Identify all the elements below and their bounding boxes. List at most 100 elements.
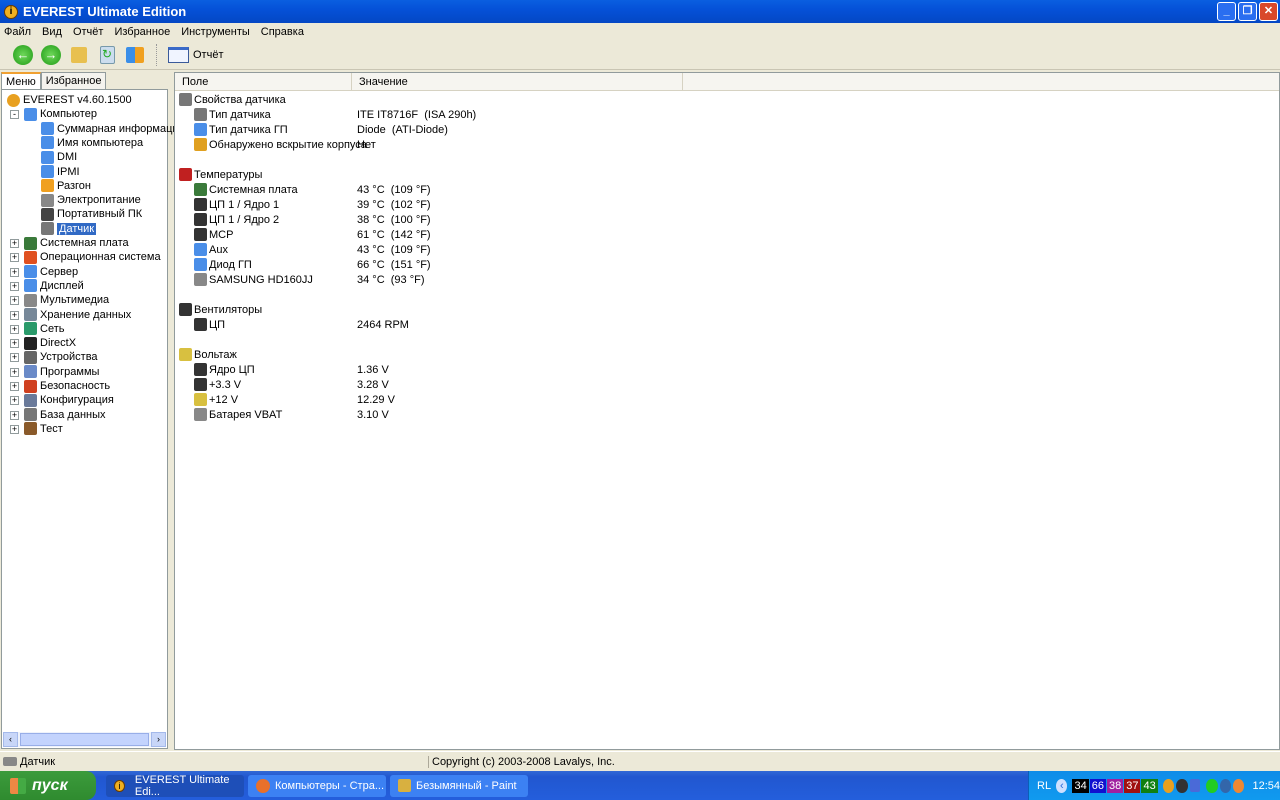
table-row[interactable]: Системная плата 43 °C (109 °F) xyxy=(194,182,794,197)
tree-item[interactable]: Суммарная информация xyxy=(41,122,184,136)
tree-item[interactable]: EVEREST v4.60.1500 xyxy=(7,93,132,107)
expand-icon[interactable]: + xyxy=(10,253,19,263)
menu-file[interactable]: Файл xyxy=(4,26,31,38)
tree-item[interactable]: Портативный ПК xyxy=(41,207,142,221)
menu-tools[interactable]: Инструменты xyxy=(181,26,250,38)
update-icon[interactable] xyxy=(1233,778,1245,793)
forward-button[interactable]: → xyxy=(40,44,62,66)
table-row[interactable]: +12 V 12.29 V xyxy=(194,392,794,407)
tree-item[interactable]: Операционная система xyxy=(24,250,161,264)
column-value[interactable]: Значение xyxy=(352,73,683,90)
start-label: пуск xyxy=(32,776,68,794)
tree-item-label: База данных xyxy=(40,408,106,421)
tree-item[interactable]: Тест xyxy=(24,422,63,436)
back-button[interactable]: ← xyxy=(12,44,34,66)
task-everest[interactable]: i EVEREST Ultimate Edi... xyxy=(106,774,244,798)
close-button[interactable]: ✕ xyxy=(1259,2,1278,21)
scroll-left-icon[interactable]: ‹ xyxy=(3,732,18,747)
tree-item[interactable]: Мультимедиа xyxy=(24,293,109,307)
refresh-button[interactable]: ↻ xyxy=(96,44,118,66)
table-row[interactable]: SAMSUNG HD160JJ 34 °C (93 °F) xyxy=(194,272,794,287)
icq-icon[interactable] xyxy=(1206,778,1218,793)
table-row[interactable]: Тип датчика ГП Diode (ATI-Diode) xyxy=(194,122,794,137)
expand-icon[interactable]: + xyxy=(10,324,19,334)
tree-item[interactable]: Сервер xyxy=(24,265,78,279)
tree-item[interactable]: Дисплей xyxy=(24,279,84,293)
table-row[interactable]: Aux 43 °C (109 °F) xyxy=(194,242,794,257)
table-row[interactable]: Тип датчика ITE IT8716F (ISA 290h) xyxy=(194,107,794,122)
table-row[interactable]: +3.3 V 3.28 V xyxy=(194,377,794,392)
table-row[interactable]: ЦП 2464 RPM xyxy=(194,317,794,332)
value-cell: 61 °C (142 °F) xyxy=(357,228,431,241)
start-button[interactable]: пуск xyxy=(0,771,96,800)
collapse-icon[interactable]: - xyxy=(10,110,19,120)
group-header[interactable]: Свойства датчика xyxy=(179,92,779,107)
report-button[interactable]: Отчёт xyxy=(168,47,223,63)
menu-help[interactable]: Справка xyxy=(261,26,304,38)
expand-icon[interactable]: + xyxy=(10,239,19,248)
horizontal-scrollbar[interactable]: ‹ › xyxy=(3,732,166,747)
column-field[interactable]: Поле xyxy=(175,73,352,90)
tree-item[interactable]: DMI xyxy=(41,150,77,164)
task-firefox[interactable]: Компьютеры - Стра... xyxy=(248,774,386,797)
expand-icon[interactable]: + xyxy=(10,281,19,291)
tree-item[interactable]: База данных xyxy=(24,408,106,422)
language-indicator[interactable]: RL xyxy=(1037,780,1051,792)
network-icon[interactable] xyxy=(1189,779,1201,792)
tray-temp: 38 xyxy=(1106,778,1124,793)
tree-item[interactable]: Имя компьютера xyxy=(41,136,143,150)
users-button[interactable] xyxy=(124,44,146,66)
table-row[interactable]: ЦП 1 / Ядро 1 39 °C (102 °F) xyxy=(194,197,794,212)
title-bar[interactable]: i EVEREST Ultimate Edition _ ❐ ✕ xyxy=(0,0,1280,23)
expand-icon[interactable]: + xyxy=(10,410,19,420)
expand-icon[interactable]: + xyxy=(10,339,19,349)
expand-icon[interactable]: + xyxy=(10,424,19,434)
steam-icon[interactable] xyxy=(1176,778,1188,793)
table-row[interactable]: Диод ГП 66 °C (151 °F) xyxy=(194,257,794,272)
tree-item[interactable]: Датчик xyxy=(41,222,97,236)
menu-view[interactable]: Вид xyxy=(42,26,62,38)
expand-icon[interactable]: + xyxy=(10,267,19,277)
tree-item-label: DirectX xyxy=(40,337,77,350)
tree-item[interactable]: Разгон xyxy=(41,179,91,193)
tree-item[interactable]: Компьютер xyxy=(24,107,97,121)
expand-icon[interactable]: + xyxy=(10,310,19,320)
table-row[interactable]: Обнаружено вскрытие корпуса Нет xyxy=(194,137,794,152)
expand-icon[interactable]: + xyxy=(10,396,19,406)
group-header[interactable]: Вольтаж xyxy=(179,347,779,362)
tree-item[interactable]: IPMI xyxy=(41,165,80,179)
scroll-thumb[interactable] xyxy=(20,733,149,746)
table-row[interactable]: Ядро ЦП 1.36 V xyxy=(194,362,794,377)
tab-menu[interactable]: Меню xyxy=(1,72,41,90)
tree-item[interactable]: Хранение данных xyxy=(24,308,131,322)
tray-collapse-icon[interactable]: ‹ xyxy=(1056,778,1068,793)
tab-favorites[interactable]: Избранное xyxy=(40,72,107,89)
minimize-button[interactable]: _ xyxy=(1217,2,1236,21)
tree-item[interactable]: Устройства xyxy=(24,350,98,364)
menu-report[interactable]: Отчёт xyxy=(73,26,103,38)
everest-tray-icon[interactable] xyxy=(1162,778,1175,793)
tree-item[interactable]: Сеть xyxy=(24,322,64,336)
group-header[interactable]: Температуры xyxy=(179,167,779,182)
tree-item[interactable]: Конфигурация xyxy=(24,393,114,407)
tree-item[interactable]: DirectX xyxy=(24,336,76,350)
up-button[interactable] xyxy=(68,44,90,66)
expand-icon[interactable]: + xyxy=(10,296,19,306)
tree-item[interactable]: Безопасность xyxy=(24,379,110,393)
table-row[interactable]: MCP 61 °C (142 °F) xyxy=(194,227,794,242)
group-header[interactable]: Вентиляторы xyxy=(179,302,779,317)
expand-icon[interactable]: + xyxy=(10,353,19,363)
expand-icon[interactable]: + xyxy=(10,367,19,377)
task-paint[interactable]: Безымянный - Paint xyxy=(390,774,528,797)
tree-item[interactable]: Электропитание xyxy=(41,193,141,207)
tree-item[interactable]: Системная плата xyxy=(24,236,129,250)
warning-icon xyxy=(179,348,192,361)
menu-favorites[interactable]: Избранное xyxy=(114,26,170,38)
table-row[interactable]: ЦП 1 / Ядро 2 38 °C (100 °F) xyxy=(194,212,794,227)
tree-item[interactable]: Программы xyxy=(24,365,99,379)
maximize-button[interactable]: ❐ xyxy=(1238,2,1257,21)
table-row[interactable]: Батарея VBAT 3.10 V xyxy=(194,407,794,422)
download-icon[interactable] xyxy=(1219,778,1232,793)
scroll-right-icon[interactable]: › xyxy=(151,732,166,747)
expand-icon[interactable]: + xyxy=(10,382,19,391)
